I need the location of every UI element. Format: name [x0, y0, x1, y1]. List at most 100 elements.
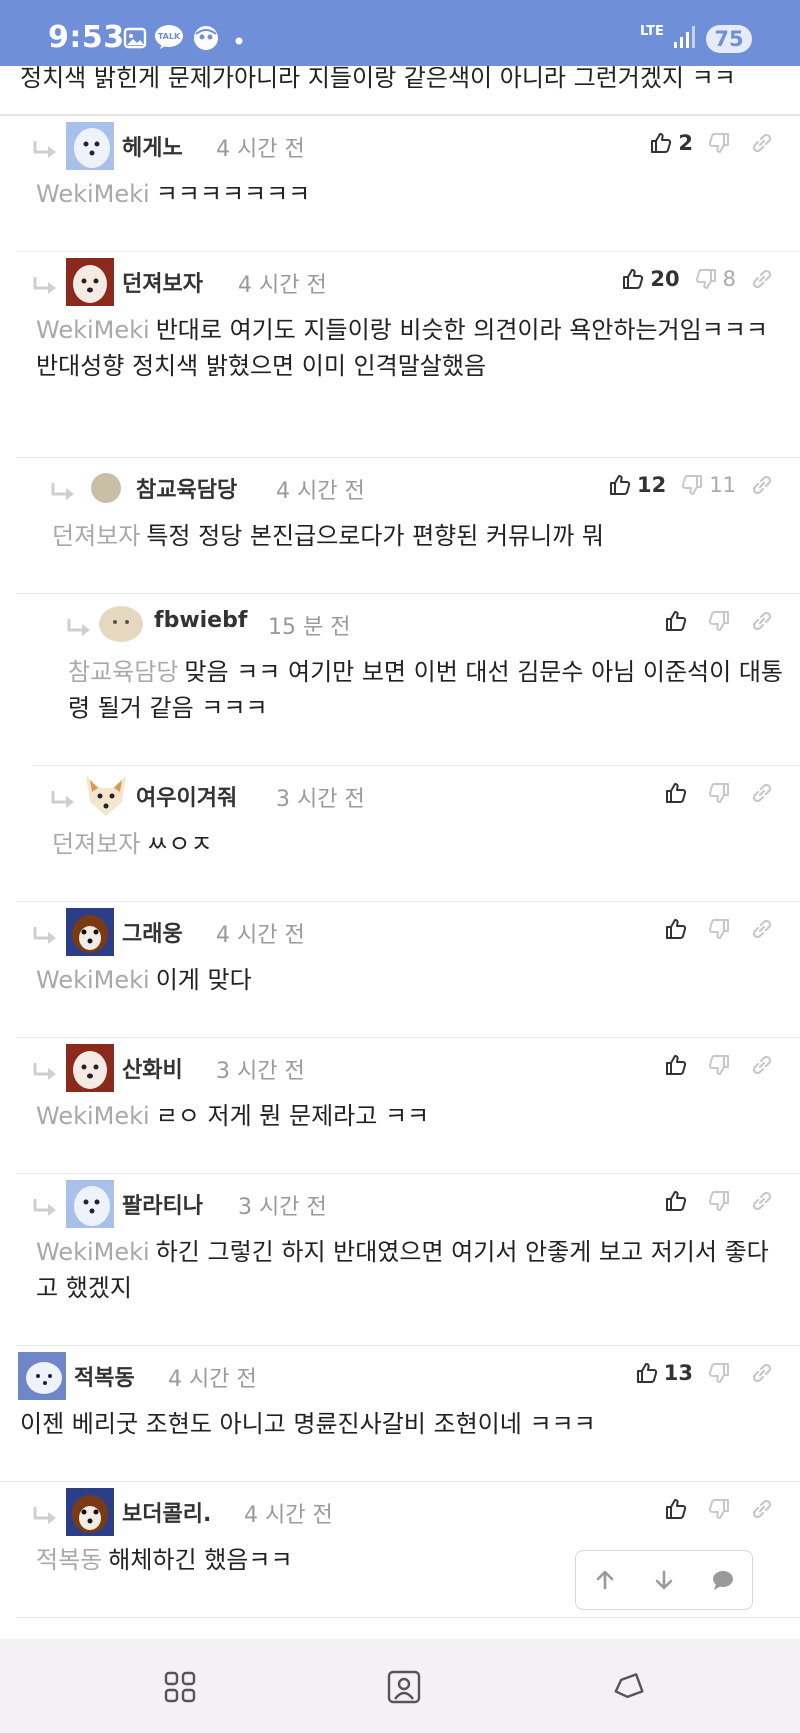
link-button[interactable]: [750, 267, 774, 291]
user-avatar[interactable]: [66, 1180, 114, 1228]
reply-arrow-icon: [33, 141, 56, 158]
arrow-down-icon[interactable]: [652, 1568, 676, 1592]
reply-target[interactable]: 적복동: [36, 1546, 102, 1574]
home-icon[interactable]: [386, 1669, 422, 1705]
link-button[interactable]: [750, 1361, 774, 1385]
face-icon: [194, 26, 218, 50]
user-avatar[interactable]: [66, 1488, 114, 1536]
recent-apps-icon[interactable]: [162, 1669, 198, 1705]
reply-target[interactable]: WekiMeki: [36, 966, 150, 994]
floating-action-bar: [575, 1550, 753, 1610]
dislike-button[interactable]: [707, 131, 736, 155]
comment-text: 반대로 여기도 지들이랑 비슷한 의견이라 욕안하는거임ㅋㅋㅋ: [155, 316, 768, 344]
comment-body: WekiMeki ㄹㅇ 저게 뭔 문제라고 ㅋㅋ: [36, 1098, 776, 1134]
back-icon[interactable]: [610, 1669, 646, 1705]
link-button[interactable]: [750, 131, 774, 155]
reply-arrow-icon: [51, 483, 74, 500]
link-button[interactable]: [750, 1053, 774, 1077]
comment-nickname[interactable]: fbwiebf: [154, 608, 247, 633]
comment-nickname[interactable]: 그래웅: [122, 916, 183, 948]
comment-text: 이젠 베리굿 조현도 아니고 명륜진사갈비 조현이네 ㅋㅋㅋ: [20, 1410, 596, 1438]
comment-icon[interactable]: [711, 1568, 735, 1592]
battery-icon: 75: [706, 25, 752, 53]
user-avatar[interactable]: [66, 122, 114, 170]
dislike-count: 8: [722, 267, 736, 291]
dislike-button[interactable]: 11: [680, 473, 736, 497]
comment-time: 4 시간 전: [168, 1367, 257, 1392]
comment-nickname[interactable]: 참교육담당: [136, 472, 237, 504]
like-button[interactable]: [664, 1497, 693, 1521]
comment-actions: 12 11: [594, 470, 774, 500]
link-button[interactable]: [750, 609, 774, 633]
signal-icon: [674, 26, 695, 48]
reply-target[interactable]: WekiMeki: [36, 180, 150, 208]
dislike-button[interactable]: [707, 609, 736, 633]
like-button[interactable]: [664, 917, 693, 941]
dislike-button[interactable]: 8: [694, 267, 736, 291]
user-avatar[interactable]: [18, 1352, 66, 1400]
comment-time: 15 분 전: [268, 615, 351, 640]
link-button[interactable]: [750, 781, 774, 805]
comment-text-line2: 반대성향 정치색 밝혔으면 이미 인격말살했음: [36, 352, 487, 380]
reply-target[interactable]: 던져보자: [52, 830, 140, 858]
comment-text: 해체하긴 했음ㅋㅋ: [108, 1546, 293, 1574]
user-avatar[interactable]: [66, 908, 114, 956]
like-button[interactable]: [664, 609, 693, 633]
comment-body: 참교육담당 맞음 ㅋㅋ 여기만 보면 이번 대선 김문수 아님 이준석이 대통령 …: [68, 654, 788, 726]
arrow-up-icon[interactable]: [593, 1568, 617, 1592]
comment-nickname[interactable]: 보더콜리.: [122, 1496, 211, 1528]
user-avatar[interactable]: [82, 772, 130, 820]
link-button[interactable]: [750, 1189, 774, 1213]
user-avatar[interactable]: [98, 604, 144, 644]
thumbs-up-icon: [666, 1191, 687, 1211]
comment-list[interactable]: 정치색 밝힌게 문제가아니라 지들이랑 같은색이 아니라 그런거겠지 ㅋㅋ 헤게…: [0, 66, 800, 1639]
comment-text: 이게 맞다: [155, 966, 252, 994]
gallery-icon: [123, 27, 147, 49]
thumbs-down-icon: [708, 133, 729, 153]
thumbs-down-icon: [708, 1191, 729, 1211]
dislike-button[interactable]: [707, 1053, 736, 1077]
link-icon: [752, 1055, 772, 1075]
comment-nickname[interactable]: 적복동: [74, 1360, 135, 1392]
comment-nickname[interactable]: 팔라티나: [122, 1188, 203, 1220]
like-button[interactable]: [664, 781, 693, 805]
reply-target[interactable]: WekiMeki: [36, 1238, 150, 1266]
comment-actions: [650, 778, 774, 808]
comment-nickname[interactable]: 헤게노: [122, 130, 183, 162]
like-button[interactable]: [664, 1053, 693, 1077]
reply-target[interactable]: WekiMeki: [36, 1102, 150, 1130]
like-button[interactable]: 12: [608, 473, 666, 497]
reply-arrow-icon: [67, 619, 90, 636]
comment-time: 4 시간 전: [216, 137, 305, 162]
comment-nickname[interactable]: 산화비: [122, 1052, 183, 1084]
user-avatar[interactable]: [66, 1044, 114, 1092]
comment-time: 3 시간 전: [216, 1059, 305, 1084]
like-button[interactable]: 13: [635, 1361, 693, 1385]
dislike-button[interactable]: [707, 1361, 736, 1385]
comment-body: WekiMeki 이게 맞다: [36, 962, 776, 998]
comment-nickname[interactable]: 여우이겨줘: [136, 780, 237, 812]
dislike-button[interactable]: [707, 1189, 736, 1213]
reply-target[interactable]: 참교육담당: [68, 658, 178, 686]
reply-target[interactable]: WekiMeki: [36, 316, 150, 344]
dislike-button[interactable]: [707, 917, 736, 941]
reply-arrow-icon: [33, 1507, 56, 1524]
dislike-button[interactable]: [707, 781, 736, 805]
like-button[interactable]: 2: [649, 131, 693, 155]
link-button[interactable]: [750, 473, 774, 497]
link-button[interactable]: [750, 917, 774, 941]
thumbs-down-icon: [708, 1363, 729, 1383]
comment-item: 던져보자 4 시간 전 20 8 WekiMeki 반대로 여기도 지들이랑 비슷…: [16, 252, 800, 458]
thumbs-down-icon: [682, 475, 703, 495]
like-button[interactable]: 20: [621, 267, 680, 291]
reply-target[interactable]: 던져보자: [52, 522, 140, 550]
comment-actions: [650, 914, 774, 944]
link-button[interactable]: [750, 1497, 774, 1521]
comment-nickname[interactable]: 던져보자: [122, 266, 203, 298]
like-button[interactable]: [664, 1189, 693, 1213]
dislike-button[interactable]: [707, 1497, 736, 1521]
comment-item: fbwiebf 15 분 전 참교육담당 맞음 ㅋㅋ 여기만 보면 이번 대선 김…: [32, 594, 800, 766]
dislike-count: 11: [709, 473, 736, 497]
user-avatar[interactable]: [66, 258, 114, 306]
user-avatar[interactable]: [90, 472, 122, 504]
